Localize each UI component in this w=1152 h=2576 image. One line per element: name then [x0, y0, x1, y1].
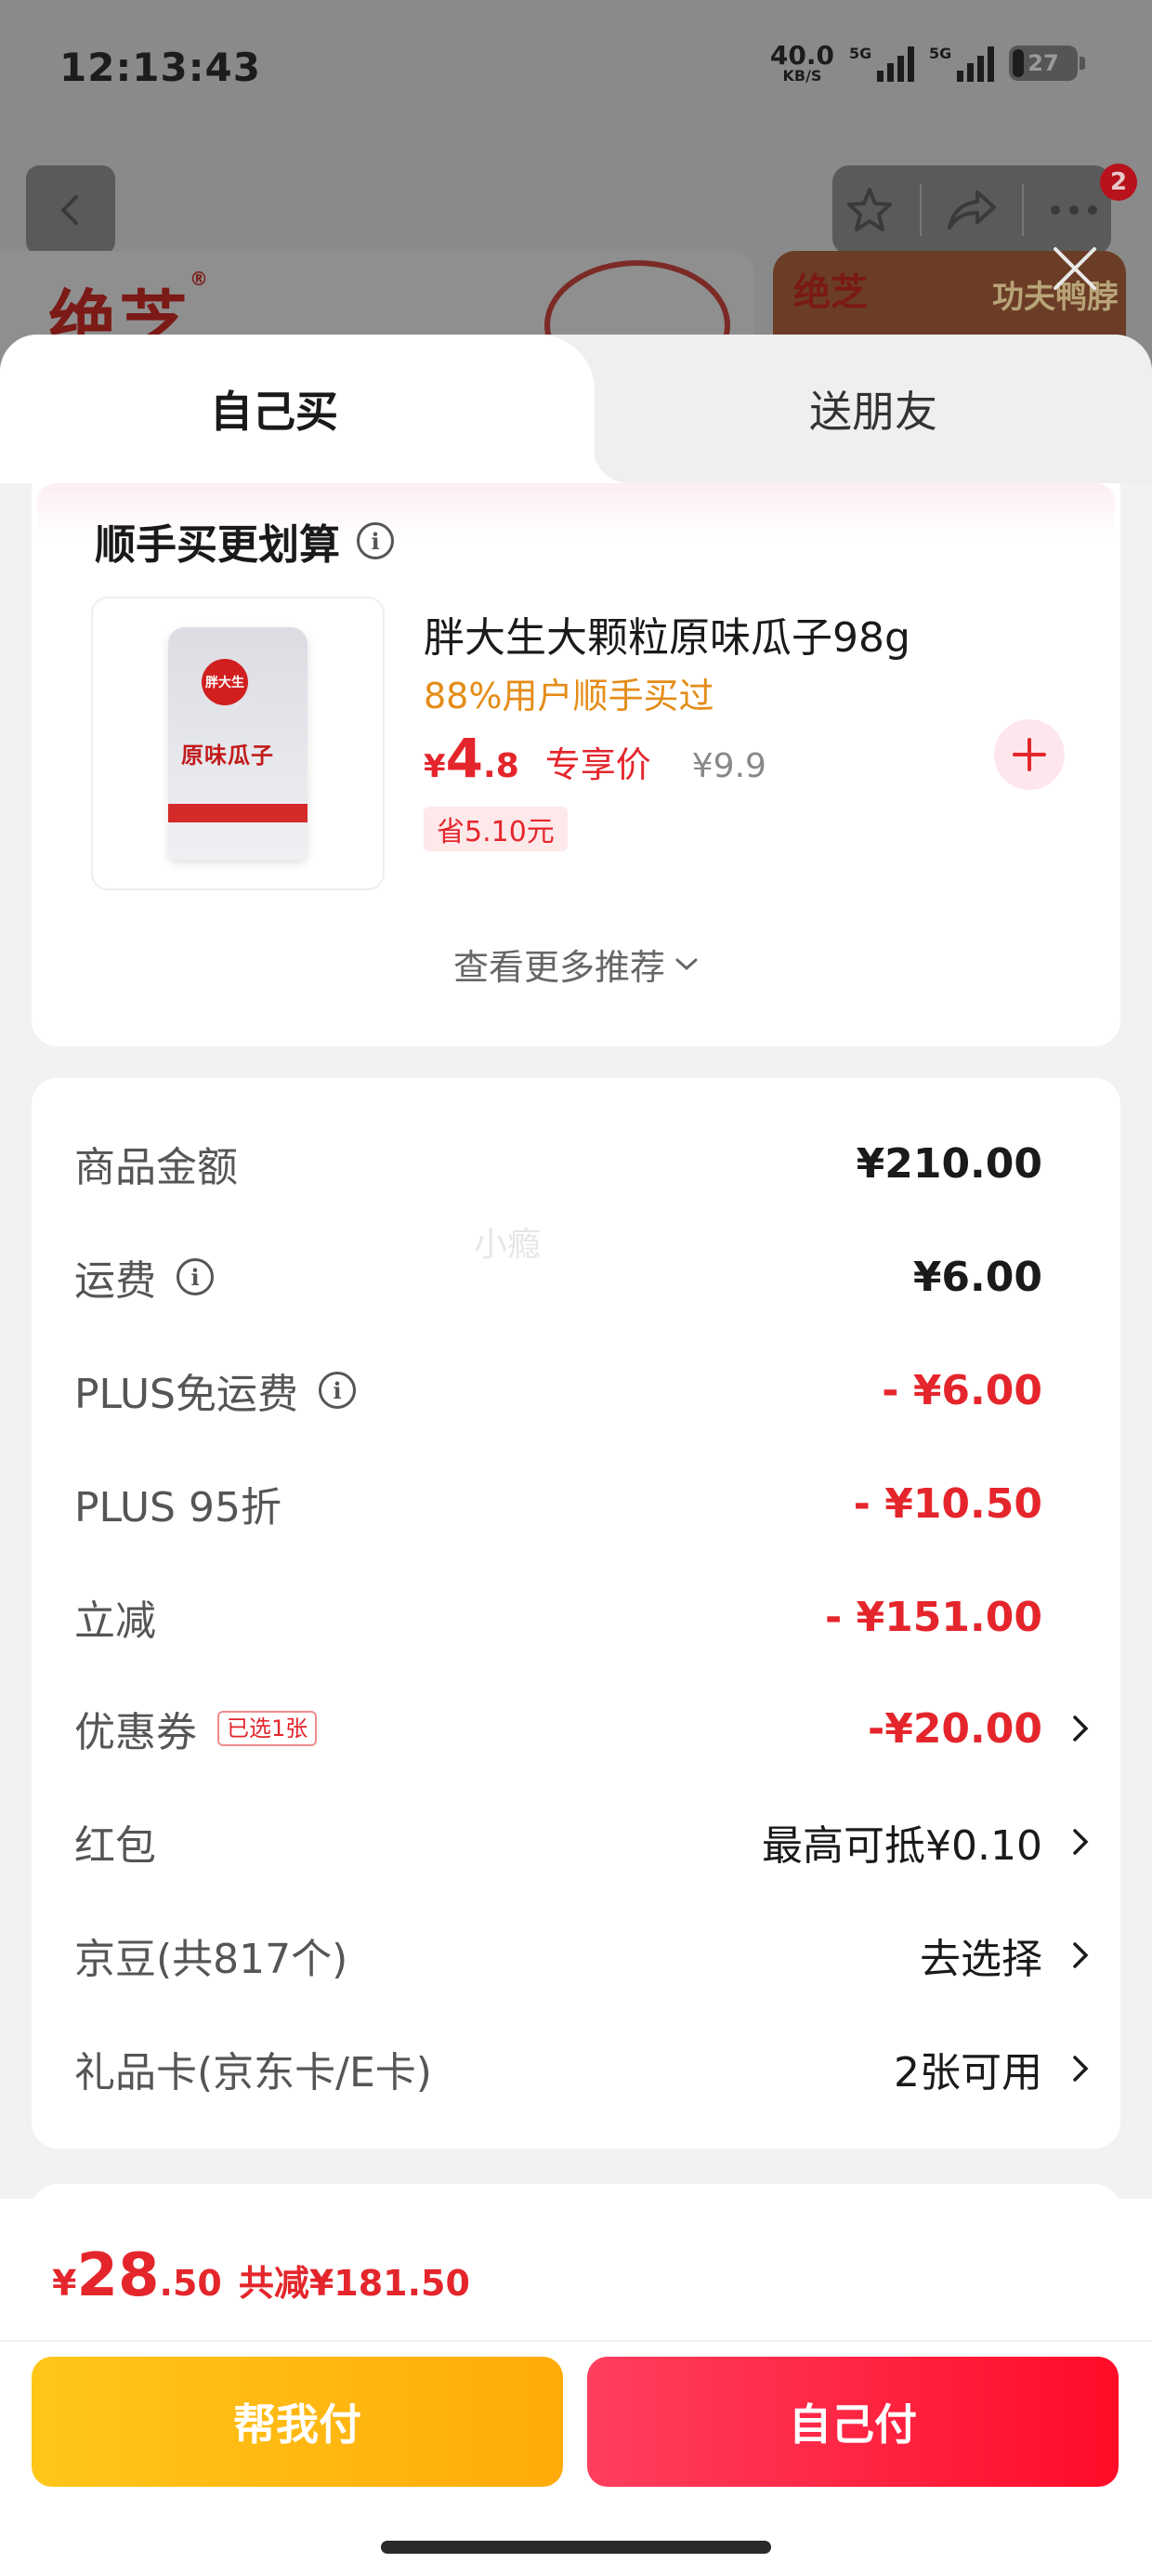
recommend-card: 顺手买更划算 i 胖大生 原味瓜子 胖大生大颗粒原味瓜子98g 88%用户顺手买… [32, 483, 1120, 1046]
back-button[interactable] [26, 165, 115, 255]
nav-actions [832, 165, 1111, 255]
original-price: ¥9.9 [691, 747, 766, 785]
net-speed: 40.0 KB/S [770, 43, 834, 84]
star-icon[interactable] [844, 185, 895, 235]
status-time: 12:13:43 [59, 45, 261, 90]
banner-logo-mark: ® [190, 268, 210, 290]
total-int: 28 [76, 2241, 160, 2310]
info-icon[interactable]: i [319, 1372, 356, 1409]
recommend-title: 顺手买更划算 i [95, 511, 394, 571]
row-label-wrap: PLUS免运费 i [74, 1360, 356, 1420]
chevron-down-icon [675, 958, 698, 970]
row-label: 立减 [74, 1597, 156, 1645]
more-recommend-text: 查看更多推荐 [452, 947, 665, 988]
row-plus-discount: PLUS 95折 - ¥10.50 [74, 1466, 1115, 1541]
tab-bar: 自己买 送朋友 [0, 335, 1152, 483]
background-page: 12:13:43 40.0 KB/S 5G 5G 27 2 绝芝 ® 绝芝 功夫鸭… [0, 0, 1152, 372]
row-value: 去选择 [920, 1936, 1042, 1983]
row-label: 红包 [74, 1822, 156, 1870]
chevron-left-icon [61, 195, 78, 225]
tab-self-buy-label[interactable]: 自己买 [0, 335, 548, 483]
chevron-right-icon [1073, 1942, 1089, 1968]
row-label-wrap: 运费 i [74, 1247, 214, 1307]
info-icon[interactable]: i [357, 522, 394, 559]
total-symbol: ¥ [52, 2263, 77, 2304]
share-icon[interactable] [946, 187, 998, 233]
chevron-right-icon [1073, 2056, 1089, 2082]
row-label: 优惠券 [74, 1709, 197, 1756]
bag-brand: 胖大生 [202, 659, 248, 705]
row-red-packet[interactable]: 红包 最高可抵¥0.10 [74, 1805, 1115, 1879]
row-plus-free-shipping: PLUS免运费 i - ¥6.00 [74, 1353, 1115, 1427]
add-button[interactable] [994, 719, 1065, 790]
row-value: - ¥10.50 [853, 1479, 1042, 1528]
row-value: ¥6.00 [912, 1253, 1042, 1301]
battery-icon: 27 [1009, 46, 1085, 81]
total-discount: 共减¥181.50 [238, 2263, 470, 2304]
tab-send-friend[interactable]: 送朋友 [595, 335, 1152, 483]
total-price: ¥ 28 .50 共减¥181.50 [52, 2241, 470, 2310]
signal-icon: 5G [849, 45, 914, 82]
self-pay-button[interactable]: 自己付 [587, 2357, 1119, 2487]
total-dec: .50 [159, 2263, 222, 2304]
product-price: ¥ 4 .8 专享价 ¥9.9 [424, 727, 766, 790]
product-image[interactable]: 胖大生 原味瓜子 [91, 597, 385, 890]
net-speed-unit: KB/S [782, 67, 822, 85]
signal-icon-2: 5G [929, 45, 994, 82]
coupon-selected-chip: 已选1张 [217, 1711, 318, 1746]
row-label: 运费 [74, 1257, 156, 1305]
home-indicator[interactable] [381, 2541, 771, 2554]
row-label: 礼品卡(京东卡/E卡) [74, 2049, 432, 2096]
close-icon[interactable] [1050, 243, 1100, 294]
recommend-title-text: 顺手买更划算 [95, 521, 340, 569]
price-tag: 专享价 [544, 744, 651, 785]
price-summary-card: 商品金额 ¥210.00 运费 i ¥6.00 PLUS免运费 i - ¥6.00 … [32, 1078, 1120, 2149]
row-instant-discount: 立减 - ¥151.00 [74, 1580, 1115, 1654]
cart-badge: 2 [1100, 164, 1137, 201]
save-badge: 省5.10元 [424, 807, 568, 851]
row-gift-card[interactable]: 礼品卡(京东卡/E卡) 2张可用 [74, 2031, 1115, 2106]
info-icon[interactable]: i [177, 1258, 214, 1295]
plus-icon [1013, 738, 1046, 771]
bag-name: 原味瓜子 [181, 743, 274, 769]
signal-label: 5G [849, 45, 872, 62]
row-label: 商品金额 [74, 1144, 238, 1191]
status-icons: 40.0 KB/S 5G 5G 27 [770, 43, 1085, 84]
row-value: ¥210.00 [856, 1139, 1042, 1188]
more-recommend-link[interactable]: 查看更多推荐 [32, 939, 1120, 990]
checkout-footer: ¥ 28 .50 共减¥181.50 帮我付 自己付 [0, 2199, 1152, 2576]
row-value: - ¥6.00 [882, 1366, 1042, 1414]
row-value: -¥20.00 [867, 1704, 1042, 1753]
help-pay-button[interactable]: 帮我付 [32, 2357, 563, 2487]
product-name[interactable]: 胖大生大颗粒原味瓜子98g [424, 604, 910, 664]
row-jd-beans[interactable]: 京豆(共817个) 去选择 [74, 1918, 1115, 1992]
price-int: 4 [445, 727, 484, 790]
watermark: 小瘾 [474, 1226, 542, 1264]
row-label: 京豆(共817个) [74, 1936, 348, 1983]
net-speed-value: 40.0 [769, 40, 834, 71]
chevron-right-icon [1073, 1715, 1089, 1741]
product-bag-image: 胖大生 原味瓜子 [168, 627, 308, 860]
row-label-wrap: 优惠券 已选1张 [74, 1699, 318, 1758]
row-label: PLUS 95折 [74, 1484, 281, 1531]
status-bar: 12:13:43 40.0 KB/S 5G 5G 27 [0, 0, 1152, 139]
signal-label-2: 5G [929, 45, 952, 62]
row-value: - ¥151.00 [825, 1593, 1042, 1641]
row-value: 最高可抵¥0.10 [762, 1822, 1042, 1870]
price-symbol: ¥ [424, 748, 446, 785]
row-shipping: 运费 i ¥6.00 [74, 1240, 1115, 1314]
banner-right-logo: 绝芝 [793, 271, 868, 314]
row-coupon[interactable]: 优惠券 已选1张 -¥20.00 [74, 1691, 1115, 1766]
row-label: PLUS免运费 [74, 1371, 298, 1418]
product-users-text: 88%用户顺手买过 [424, 676, 714, 716]
row-goods-amount: 商品金额 ¥210.00 [74, 1126, 1115, 1201]
chevron-right-icon [1073, 1829, 1089, 1855]
more-icon[interactable] [1049, 204, 1099, 217]
row-value: 2张可用 [894, 2049, 1042, 2096]
price-dec: .8 [483, 747, 519, 785]
